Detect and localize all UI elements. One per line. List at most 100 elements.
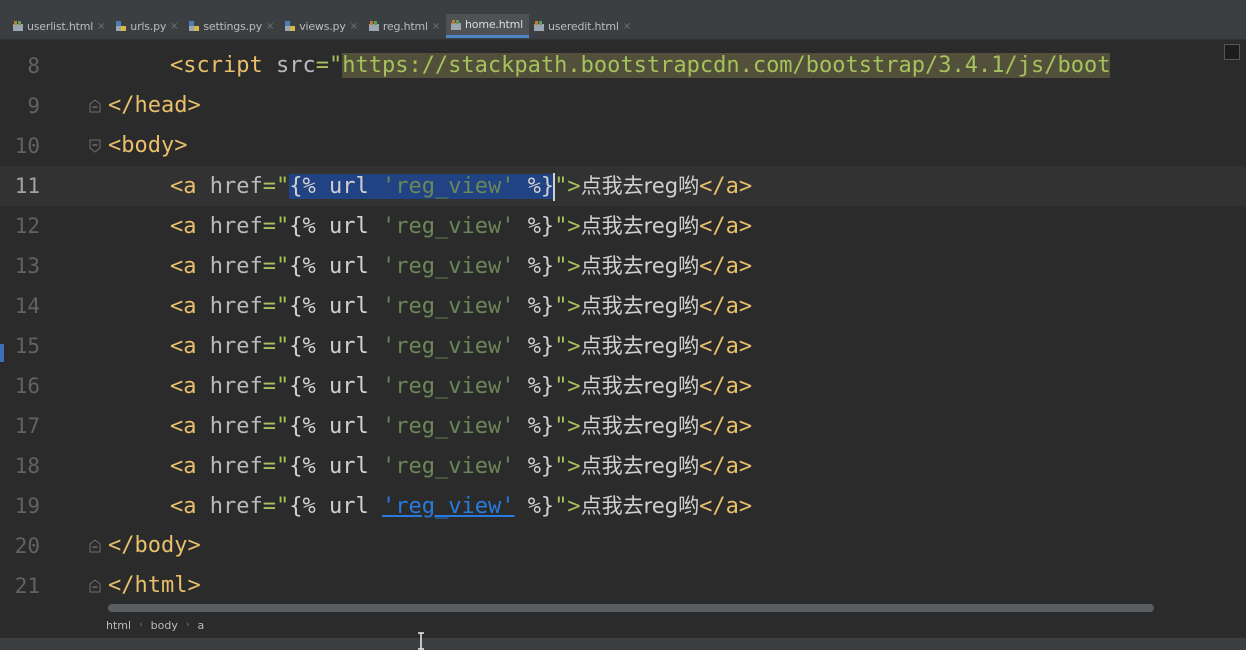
anchor-text: 点我去reg哟 [580,294,700,318]
python-file-icon [188,20,200,32]
template-tag: {% url 'reg_view' %} [289,374,554,399]
fold-icon[interactable] [88,538,102,554]
attribute-quote: =" [262,294,290,319]
template-open: {% [289,214,316,239]
attribute-name: href [209,334,263,359]
tab-userlist-html[interactable]: userlist.html × [8,14,111,38]
tag-close: </a> [699,294,753,319]
code-line[interactable]: 12 <a href="{% url 'reg_view' %}">点我去reg哟… [0,206,1246,246]
close-icon[interactable]: × [432,21,440,32]
breadcrumb-item-a[interactable]: a [198,619,205,632]
tag-open: <a [170,454,210,479]
template-url-keyword: url [328,294,369,319]
tag-close: </a> [699,334,753,359]
close-icon[interactable]: × [623,21,631,32]
line-number: 8 [27,54,40,78]
template-close: %} [527,294,555,319]
code-line[interactable]: 20 </body> [0,526,1246,566]
fold-icon[interactable] [88,98,102,114]
breadcrumb-item-html[interactable]: html [106,619,131,632]
template-view-name: 'reg_view' [381,294,515,319]
close-icon[interactable]: × [97,21,105,32]
tab-label: userlist.html [27,19,94,33]
line-code: <script src="https://stackpath.bootstrap… [108,46,1111,86]
tab-reg-html[interactable]: reg.html × [364,14,446,38]
attribute-quote: =" [262,334,290,359]
attribute-name: href [209,414,263,439]
template-open: {% [289,174,316,199]
tab-label: settings.py [203,19,263,33]
attribute-quote: =" [262,254,290,279]
template-tag: {% url 'reg_view' %} [289,454,554,479]
code-line[interactable]: 9 </head> [0,86,1246,126]
template-view-name: 'reg_view' [381,214,515,239]
tab-list: userlist.html × urls.py × settings.py × views.… [8,14,637,38]
tab-home-html[interactable]: home.html [446,14,529,38]
attribute-name: src [275,53,316,78]
fold-icon[interactable] [88,578,102,594]
anchor-text: 点我去reg哟 [580,254,700,278]
attribute-end-quote: "> [554,414,581,439]
template-view-name[interactable]: 'reg_view' [382,494,514,519]
template-close: %} [527,254,555,279]
breadcrumb-item-body[interactable]: body [151,619,178,632]
pycharm-icon[interactable] [1224,44,1240,60]
close-icon[interactable]: × [350,21,358,32]
tab-urls-py[interactable]: urls.py × [111,14,184,38]
horizontal-scrollbar[interactable] [108,604,1154,612]
code-editor[interactable]: 8 <script src="https://stackpath.bootstra… [0,40,1246,605]
line-number: 13 [14,254,40,278]
code-line[interactable]: 17 <a href="{% url 'reg_view' %}">点我去reg哟… [0,406,1246,446]
template-url-keyword: url [328,454,369,479]
code-line[interactable]: 8 <script src="https://stackpath.bootstra… [0,46,1246,86]
cdn-url[interactable]: https://stackpath.bootstrapcdn.com/boots… [342,53,1111,78]
attribute-quote: =" [262,494,290,519]
attribute-end-quote: "> [554,334,581,359]
template-view-name: 'reg_view' [381,414,515,439]
html-file-icon [450,19,462,31]
close-icon[interactable]: × [170,21,178,32]
line-code: <a href="{% url 'reg_view' %}">点我去reg哟</… [108,406,752,447]
anchor-text: 点我去reg哟 [580,494,700,518]
tag-open: <a [170,494,210,519]
template-close: %} [527,374,555,399]
code-line[interactable]: 13 <a href="{% url 'reg_view' %}">点我去reg哟… [0,246,1246,286]
attribute-quote: =" [262,174,290,199]
code-line[interactable]: 19 <a href="{% url 'reg_view' %}">点我去reg哟… [0,486,1246,526]
attribute-name: href [209,214,263,239]
code-line[interactable]: 14 <a href="{% url 'reg_view' %}">点我去reg哟… [0,286,1246,326]
anchor-text: 点我去reg哟 [580,334,700,358]
line-code: <a href="{% url 'reg_view' %}">点我去reg哟</… [108,326,752,367]
code-line[interactable]: 21 </html> [0,566,1246,606]
code-line[interactable]: 10 <body> [0,126,1246,166]
template-tag: {% url 'reg_view' %} [289,494,554,519]
tab-useredit-html[interactable]: useredit.html × [529,14,637,38]
line-number: 19 [14,494,40,518]
code-line[interactable]: 11 <a href="{% url 'reg_view' %}">点我去reg哟… [0,166,1246,206]
template-url-keyword: url [328,374,369,399]
line-code: <body> [108,126,187,166]
line-number: 11 [14,174,40,198]
fold-icon[interactable] [88,138,102,154]
template-close: %} [527,454,555,479]
line-number: 14 [14,294,40,318]
attribute-name: href [209,454,263,479]
tag-close: </a> [699,374,753,399]
code-line[interactable]: 18 <a href="{% url 'reg_view' %}">点我去reg哟… [0,446,1246,486]
tag-open: <a [170,334,210,359]
template-url-keyword: url [328,254,369,279]
template-url-keyword: url [328,494,369,519]
tab-label: reg.html [382,19,428,33]
tag-close: </a> [699,174,753,199]
code-line[interactable]: 15 <a href="{% url 'reg_view' %}">点我去reg哟… [0,326,1246,366]
close-icon[interactable]: × [266,21,274,32]
attribute-quote: =" [262,414,290,439]
tab-views-py[interactable]: views.py × [280,14,364,38]
attribute-end-quote: "> [554,174,581,199]
attribute-name: href [209,374,263,399]
html-close-tag: </html> [108,573,201,598]
tab-settings-py[interactable]: settings.py × [184,14,280,38]
code-line[interactable]: 16 <a href="{% url 'reg_view' %}">点我去reg哟… [0,366,1246,406]
line-code: </html> [108,566,201,606]
text-cursor-icon [418,632,424,650]
